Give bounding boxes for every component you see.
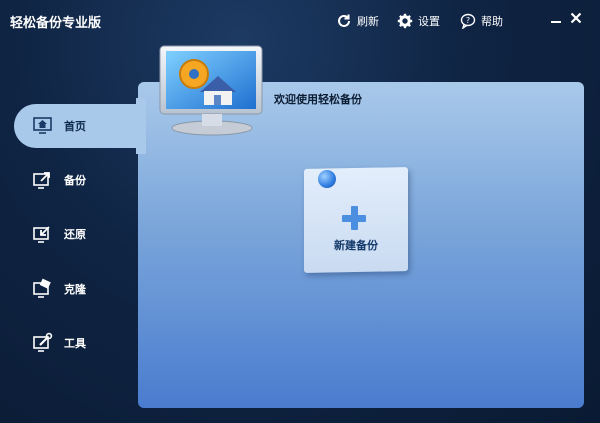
close-button[interactable] bbox=[568, 10, 584, 26]
gear-icon bbox=[397, 13, 413, 29]
refresh-button[interactable]: 刷新 bbox=[336, 11, 379, 31]
sidebar-item-clone[interactable]: 克隆 bbox=[32, 277, 86, 301]
app-title: 轻松备份专业版 bbox=[10, 16, 102, 31]
sidebar-item-backup[interactable]: 备份 bbox=[32, 168, 86, 192]
sidebar-item-label: 克隆 bbox=[64, 283, 86, 296]
settings-button[interactable]: 设置 bbox=[397, 11, 440, 31]
minimize-icon bbox=[551, 21, 561, 23]
sidebar-item-restore[interactable]: 还原 bbox=[32, 222, 86, 246]
restore-icon bbox=[33, 226, 50, 243]
sidebar-item-home[interactable]: 首页 bbox=[32, 114, 86, 138]
welcome-heading: 欢迎使用轻松备份 bbox=[274, 93, 362, 106]
clone-icon bbox=[33, 278, 51, 298]
home-icon bbox=[33, 117, 52, 134]
svg-text:?: ? bbox=[466, 16, 470, 25]
plus-icon bbox=[342, 206, 366, 230]
title-bar: 轻松备份专业版 刷新 设置 ? 帮助 bbox=[0, 0, 600, 40]
refresh-icon bbox=[338, 14, 350, 27]
sidebar-item-label: 还原 bbox=[64, 228, 86, 241]
refresh-label: 刷新 bbox=[357, 15, 379, 28]
sidebar-item-label: 备份 bbox=[64, 174, 86, 187]
pin-icon bbox=[318, 170, 336, 188]
sidebar-item-label: 首页 bbox=[64, 120, 86, 133]
help-button[interactable]: ? 帮助 bbox=[460, 11, 503, 31]
close-icon bbox=[570, 12, 582, 24]
backup-icon bbox=[33, 172, 50, 189]
help-icon: ? bbox=[460, 13, 476, 29]
sidebar-item-label: 工具 bbox=[64, 337, 86, 350]
sidebar-item-tools[interactable]: 工具 bbox=[32, 331, 86, 355]
active-tab-connector bbox=[136, 98, 146, 154]
settings-label: 设置 bbox=[418, 15, 440, 28]
tools-icon bbox=[33, 332, 53, 352]
monitor-logo-icon bbox=[159, 45, 263, 136]
new-backup-label[interactable]: 新建备份 bbox=[304, 237, 408, 253]
help-label: 帮助 bbox=[481, 15, 503, 28]
minimize-button[interactable] bbox=[548, 10, 564, 26]
